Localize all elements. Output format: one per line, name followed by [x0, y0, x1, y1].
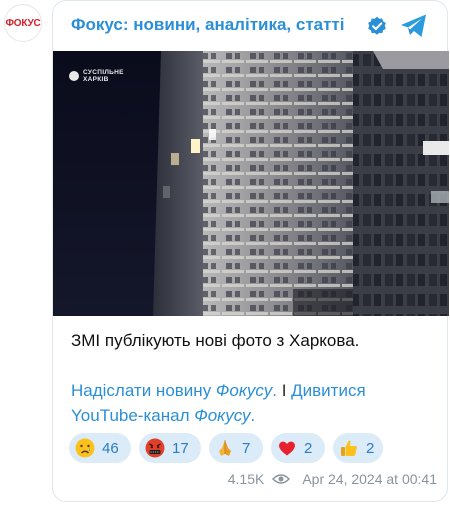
suspilne-logo-icon: [69, 71, 79, 81]
view-count: 4.15K: [227, 471, 265, 487]
message-header: Фокус: новини, аналітика, статті: [71, 12, 435, 40]
reaction-praying[interactable]: 7: [209, 433, 263, 463]
telegram-icon[interactable]: [399, 12, 429, 40]
watermark-line-1: СУСПІЛЬНЕ: [83, 69, 124, 76]
submit-news-link[interactable]: Надіслати новину Фокусу.: [71, 381, 277, 400]
red-heart-icon: [279, 441, 295, 456]
post-photo[interactable]: СУСПІЛЬНЕ ХАРКІВ: [53, 51, 449, 316]
link-separator: І: [276, 381, 292, 400]
post-headline: ЗМІ публікують нові фото з Харкова.: [71, 331, 360, 350]
eye-icon: [272, 474, 291, 484]
reaction-count: 2: [366, 439, 375, 457]
praying-hands-icon: [219, 440, 231, 456]
channel-avatar[interactable]: ФОКУС: [4, 4, 42, 42]
message-meta: 4.15K Apr 24, 2024 at 00:41: [228, 471, 437, 487]
reaction-thumbs-up[interactable]: 2: [333, 433, 383, 463]
reaction-count: 17: [172, 439, 189, 457]
thumbs-up-icon: [341, 440, 357, 456]
watermark-line-2: ХАРКІВ: [83, 76, 109, 83]
reaction-count: 46: [102, 439, 119, 457]
reaction-count: 2: [304, 439, 313, 457]
reaction-heart[interactable]: 2: [271, 433, 325, 463]
channel-title[interactable]: Фокус: новини, аналітика, статті: [71, 15, 345, 35]
reaction-count: 7: [242, 439, 251, 457]
crying-face-icon: [75, 438, 95, 458]
night-building-image: [53, 51, 449, 316]
avatar-logo-text: ФОКУС: [5, 17, 41, 29]
reaction-crying[interactable]: 46: [69, 433, 131, 463]
reaction-cursing[interactable]: 17: [139, 433, 201, 463]
cursing-face-icon: [145, 438, 165, 458]
post-timestamp[interactable]: Apr 24, 2024 at 00:41: [302, 471, 437, 487]
verified-badge-icon: [368, 16, 386, 35]
message-bubble: Фокус: новини, аналітика, статті СУСПІЛЬ…: [52, 0, 449, 502]
post-links: Надіслати новину Фокусу. І Дивитися YouT…: [71, 378, 431, 428]
